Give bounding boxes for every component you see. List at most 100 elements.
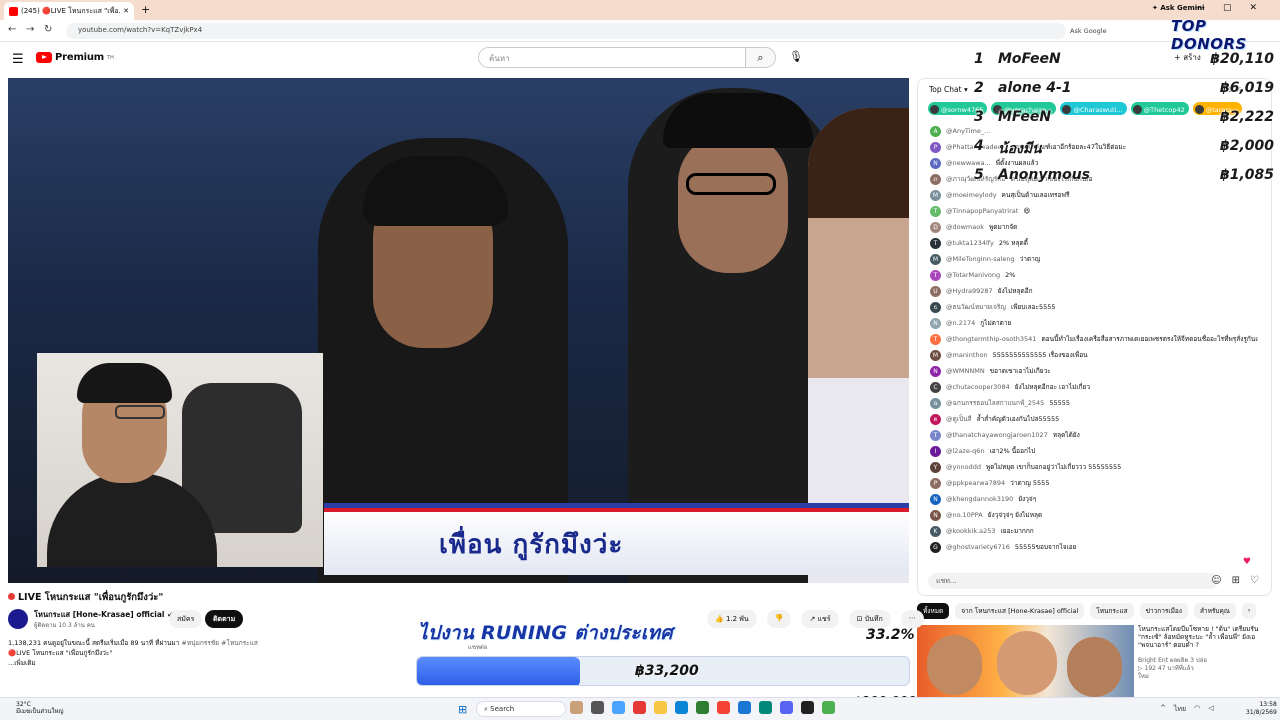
obs-icon[interactable]	[801, 701, 814, 714]
task-view-icon[interactable]	[591, 701, 604, 714]
chat-author[interactable]: @thongtermthip-osoth3541	[946, 335, 1036, 343]
video-description[interactable]: 1,138,231 คนดูอยู่ในขณะนี้ สตรีมเริ่มเมื…	[8, 638, 408, 678]
chat-author[interactable]: @thanatchayawongjaroen1027	[946, 431, 1048, 439]
chat-author[interactable]: @WMNNMN	[946, 367, 985, 375]
avatar[interactable]: G	[930, 541, 941, 553]
chrome-icon[interactable]	[717, 701, 730, 714]
chips-next-button[interactable]: ›	[1241, 603, 1257, 619]
browser-tab[interactable]: (245) 🔴LIVE โหนกระแส "เพื่อ... ✕	[4, 2, 134, 20]
search-button[interactable]: ⌕	[746, 47, 776, 68]
avatar[interactable]: P	[930, 141, 941, 153]
filter-chip[interactable]: โหนกระแส	[1090, 603, 1134, 619]
minimize-button[interactable]: —	[1196, 3, 1205, 13]
join-button[interactable]: สมัคร	[169, 610, 203, 628]
widgets-icon[interactable]	[612, 701, 625, 714]
chat-author[interactable]: @MileTonginn-saleng	[946, 255, 1015, 263]
avatar[interactable]: N	[930, 509, 941, 521]
save-button[interactable]: ⊡ บันทึก	[848, 610, 891, 628]
avatar[interactable]: A	[930, 125, 941, 137]
chat-author[interactable]: @ธนวัฒน์หมายเจริญ	[946, 302, 1006, 312]
chat-author[interactable]: @ตูเป็นสี	[946, 414, 971, 424]
tray-language[interactable]: ไทย	[1174, 704, 1186, 715]
app-icon[interactable]	[759, 701, 772, 714]
chat-author[interactable]: @khengdannok3190	[946, 495, 1013, 503]
new-tab-button[interactable]: +	[141, 3, 150, 16]
app-icon[interactable]	[570, 701, 583, 714]
avatar[interactable]: ต	[930, 413, 941, 425]
avatar[interactable]: T	[930, 429, 941, 441]
avatar[interactable]: K	[930, 525, 941, 537]
avatar[interactable]: T	[930, 269, 941, 281]
microphone-icon[interactable]: 🎙	[789, 50, 803, 63]
edge-icon[interactable]	[675, 701, 688, 714]
avatar[interactable]: U	[930, 285, 941, 297]
avatar[interactable]: T	[930, 205, 941, 217]
avatar[interactable]: P	[930, 477, 941, 489]
chat-author[interactable]: @ghostvariety6716	[946, 543, 1010, 551]
share-button[interactable]: ↗ แชร์	[801, 610, 839, 628]
avatar[interactable]: ภ	[930, 173, 941, 185]
wifi-icon[interactable]: ◠	[1194, 704, 1200, 715]
search-input[interactable]: ค้นหา	[478, 47, 746, 68]
chat-input[interactable]: แชท...	[928, 573, 1218, 589]
youtube-logo[interactable]: Premium TH	[36, 52, 114, 63]
heart-icon[interactable]: ♡	[1250, 575, 1259, 586]
avatar[interactable]: M	[930, 189, 941, 201]
close-window-button[interactable]: ✕	[1250, 3, 1258, 13]
chat-author[interactable]: @maninthon	[946, 351, 988, 359]
volume-icon[interactable]: ◁	[1208, 704, 1213, 715]
app-icon[interactable]	[822, 701, 835, 714]
recommendation-title[interactable]: โหนกระแสโดยบีมโซหาย ! "ต้น" เตรียมรัน "ก…	[1138, 625, 1268, 649]
chat-author[interactable]: @no.10PPA	[946, 511, 983, 519]
avatar[interactable]: Y	[930, 461, 941, 473]
avatar[interactable]: I	[930, 445, 941, 457]
chat-author[interactable]: @tukta1234lfy	[946, 239, 994, 247]
filter-chip[interactable]: ข่าวการเมือง	[1139, 603, 1188, 619]
channel-avatar[interactable]	[8, 609, 28, 629]
chat-author[interactable]: @ynnoddd	[946, 463, 981, 471]
superchat-icon[interactable]: ⊞	[1232, 575, 1240, 586]
taskbar-search[interactable]: ⌕ Search	[476, 701, 566, 717]
avatar[interactable]: T	[930, 333, 941, 345]
chat-author[interactable]: @l2aze-q6n	[946, 447, 985, 455]
filter-chip[interactable]: จาก โหนกระแส [Hone-Krasae] official	[955, 603, 1085, 619]
avatar[interactable]: ฉ	[930, 397, 941, 409]
chat-author[interactable]: @TinnapopPanyatrirat	[946, 207, 1018, 215]
more-actions-button[interactable]: ⋯	[900, 610, 924, 628]
chat-author[interactable]: @kookkik.a253	[946, 527, 996, 535]
clock[interactable]: 13:58 31/8/2569	[1246, 701, 1277, 717]
recommendation-thumbnail[interactable]	[917, 625, 1134, 697]
maximize-button[interactable]: ▢	[1223, 3, 1232, 13]
chat-author[interactable]: @ฉกนกรรธอนไลสกาแนกฟ์_2545	[946, 398, 1044, 408]
chat-author[interactable]: @chutacooper3084	[946, 383, 1010, 391]
avatar[interactable]: M	[930, 349, 941, 361]
back-arrow-icon[interactable]: ←	[8, 24, 16, 35]
like-button[interactable]: 👍 1.2 พัน	[707, 610, 757, 628]
recommendation-channel[interactable]: Bright Ent ผลผลิต 3 ปล่อ	[1138, 657, 1268, 665]
avatar[interactable]: C	[930, 381, 941, 393]
url-field[interactable]: youtube.com/watch?v=KqTZvjkPx4	[66, 23, 1066, 39]
avatar[interactable]: T	[930, 237, 941, 249]
chat-author[interactable]: @Hydra99287	[946, 287, 993, 295]
avatar[interactable]: N	[930, 157, 941, 169]
reload-icon[interactable]: ↻	[44, 24, 52, 35]
menu-icon[interactable]: ☰	[12, 52, 24, 67]
avatar[interactable]: M	[930, 253, 941, 265]
avatar[interactable]: D	[930, 221, 941, 233]
weather-widget[interactable]: 32°C มีเมฆเป็นส่วนใหญ่	[16, 701, 64, 715]
tab-close-icon[interactable]: ✕	[123, 7, 129, 15]
tray-chevron-icon[interactable]: ^	[1160, 704, 1166, 715]
avatar[interactable]: N	[930, 493, 941, 505]
chat-author[interactable]: @ppkpearwa7894	[946, 479, 1005, 487]
chat-author[interactable]: @TotarManivong	[946, 271, 1000, 279]
forward-arrow-icon[interactable]: →	[26, 24, 34, 35]
subscribe-button[interactable]: ติดตาม	[205, 610, 244, 628]
windows-start-icon[interactable]: ⊞	[458, 703, 467, 716]
avatar[interactable]: N	[930, 317, 941, 329]
avatar[interactable]: ธ	[930, 301, 941, 313]
description-tags[interactable]: #หนุ่มกรรชัย #โหนกระแส	[181, 639, 257, 647]
app-icon[interactable]	[738, 701, 751, 714]
filter-chip[interactable]: สำหรับคุณ	[1193, 603, 1236, 619]
file-explorer-icon[interactable]	[654, 701, 667, 714]
discord-icon[interactable]	[780, 701, 793, 714]
